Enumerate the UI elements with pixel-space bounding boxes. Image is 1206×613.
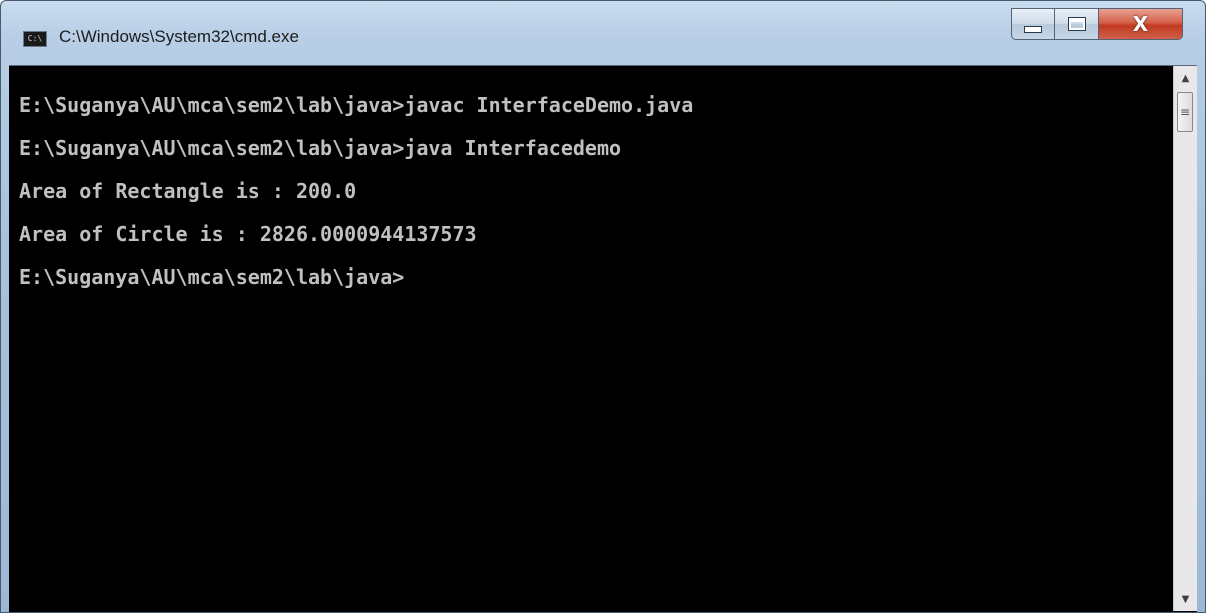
cmd-window: C:\ C:\Windows\System32\cmd.exe X E:\Sug…	[0, 0, 1206, 613]
minimize-button[interactable]	[1011, 8, 1055, 40]
grip-icon: ≡	[1179, 105, 1191, 119]
console-line: E:\Suganya\AU\mca\sem2\lab\java>javac In…	[19, 93, 694, 117]
scroll-up-icon: ▲	[1181, 72, 1190, 84]
maximize-icon	[1067, 17, 1086, 31]
console-line: Area of Rectangle is : 200.0	[19, 179, 357, 203]
console-output[interactable]: E:\Suganya\AU\mca\sem2\lab\java>javac In…	[9, 66, 1173, 611]
console-line: E:\Suganya\AU\mca\sem2\lab\java>java Int…	[19, 136, 622, 160]
cmd-icon-text: C:\	[27, 34, 43, 43]
console-area[interactable]: E:\Suganya\AU\mca\sem2\lab\java>javac In…	[9, 65, 1197, 612]
console-prompt: E:\Suganya\AU\mca\sem2\lab\java>	[19, 265, 405, 289]
title-bar[interactable]: C:\ C:\Windows\System32\cmd.exe X	[1, 1, 1205, 65]
vertical-scrollbar[interactable]: ▲ ≡ ▼	[1173, 66, 1197, 611]
scrollbar-thumb[interactable]: ≡	[1177, 92, 1193, 132]
minimize-icon	[1024, 25, 1042, 33]
scroll-down-icon: ▼	[1181, 593, 1190, 605]
console-line: Area of Circle is : 2826.0000944137573	[19, 222, 477, 246]
cmd-icon[interactable]: C:\	[23, 31, 47, 47]
close-icon: X	[1132, 12, 1149, 36]
maximize-button[interactable]	[1055, 8, 1099, 40]
window-title: C:\Windows\System32\cmd.exe	[59, 27, 299, 46]
scroll-down-button[interactable]: ▼	[1174, 587, 1197, 611]
window-controls: X	[1011, 8, 1183, 40]
scroll-up-button[interactable]: ▲	[1174, 66, 1197, 90]
close-button[interactable]: X	[1099, 8, 1183, 40]
